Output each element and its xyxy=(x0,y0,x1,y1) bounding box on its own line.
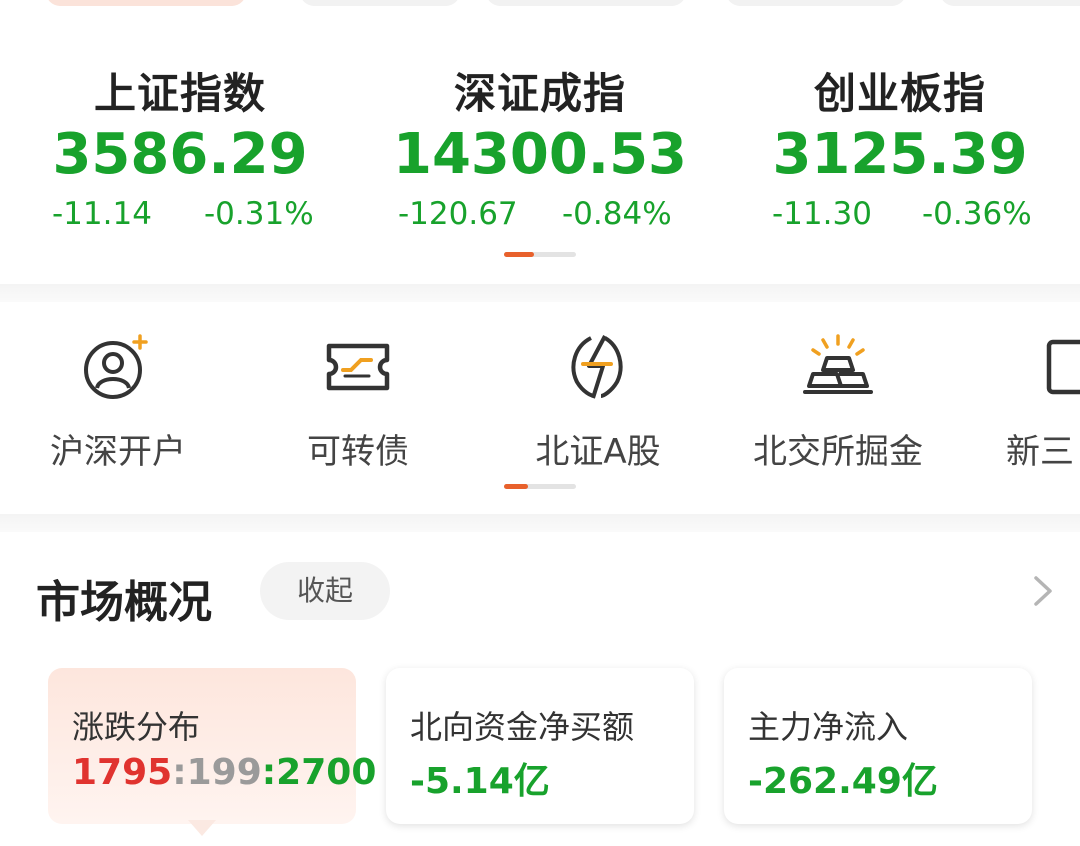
index-change: -11.14 xyxy=(52,196,152,232)
index-name: 深证成指 xyxy=(453,69,626,118)
top-tab[interactable] xyxy=(940,0,1080,6)
shortcut-bse-a-share[interactable]: 北证A股 xyxy=(498,300,698,490)
shortcut-label: 北交所掘金 xyxy=(753,432,923,472)
shortcut-label: 北证A股 xyxy=(535,432,661,472)
index-change: -11.30 xyxy=(772,196,872,232)
index-pct: -0.84% xyxy=(562,196,672,232)
index-value: 3125.39 xyxy=(772,122,1028,187)
rise-count: 1795 xyxy=(72,752,173,793)
user-add-icon xyxy=(84,334,148,399)
index-pct: -0.36% xyxy=(922,196,1032,232)
top-tab[interactable] xyxy=(726,0,906,6)
index-value: 14300.53 xyxy=(392,122,688,187)
active-card-pointer xyxy=(188,820,216,836)
shortcut-page-indicator xyxy=(504,484,576,489)
rise-fall-ratio: 1795:199:2700 xyxy=(72,752,376,793)
card-value: -5.14亿 xyxy=(410,761,550,802)
top-tab[interactable] xyxy=(300,0,460,6)
index-carousel: 上证指数 3586.29 -11.14 -0.31% 深证成指 14300.53… xyxy=(0,40,1080,270)
shortcut-label: 可转债 xyxy=(307,432,409,472)
index-card-shenzhen[interactable]: 深证成指 14300.53 -120.67 -0.84% xyxy=(360,40,720,240)
index-name: 创业板指 xyxy=(813,69,986,118)
top-tab[interactable] xyxy=(486,0,686,6)
shortcut-convertible-bond[interactable]: 可转债 xyxy=(258,300,458,490)
index-card-shanghai[interactable]: 上证指数 3586.29 -11.14 -0.31% xyxy=(0,40,360,240)
fall-count: 2700 xyxy=(276,752,377,793)
gold-bars-icon xyxy=(803,334,873,394)
card-title: 北向资金净买额 xyxy=(410,708,635,746)
lightning-globe-icon xyxy=(571,335,623,399)
shortcut-label: 沪深开户 xyxy=(50,432,186,472)
northbound-net-buy-card[interactable]: 北向资金净买额 -5.14亿 xyxy=(386,668,694,824)
ratio-separator: : xyxy=(261,752,277,793)
index-value: 3586.29 xyxy=(52,122,308,187)
top-tab-active[interactable] xyxy=(46,0,246,6)
shortcut-row: 沪深开户 可转债 北证A股 北交所掘金 新三 xyxy=(0,300,1080,510)
board-icon xyxy=(1046,339,1080,395)
flat-count: 199 xyxy=(186,752,262,793)
section-divider xyxy=(0,514,1080,532)
ticket-icon xyxy=(326,343,390,391)
index-card-chinext[interactable]: 创业板指 3125.39 -11.30 -0.36% xyxy=(720,40,1080,240)
card-title: 主力净流入 xyxy=(748,708,909,746)
index-pct: -0.31% xyxy=(204,196,314,232)
card-title: 涨跌分布 xyxy=(72,708,201,746)
rise-fall-distribution-card[interactable]: 涨跌分布 1795:199:2700 xyxy=(48,668,376,836)
index-page-indicator xyxy=(504,252,576,257)
index-change: -120.67 xyxy=(398,196,518,232)
main-net-inflow-card[interactable]: 主力净流入 -262.49亿 xyxy=(724,668,1032,824)
market-overview-title: 市场概况 xyxy=(36,577,212,628)
top-tab-strip xyxy=(0,0,1080,10)
shortcut-open-account[interactable]: 沪深开户 xyxy=(18,300,218,490)
shortcut-neeq[interactable]: 新三 xyxy=(978,300,1080,490)
collapse-button[interactable]: 收起 xyxy=(260,562,390,620)
index-name: 上证指数 xyxy=(93,69,266,118)
ratio-separator: : xyxy=(172,752,187,793)
card-value: -262.49亿 xyxy=(748,761,938,802)
shortcut-label: 新三 xyxy=(1006,432,1074,472)
shortcut-bse-gold[interactable]: 北交所掘金 xyxy=(738,300,938,490)
chevron-right-icon[interactable] xyxy=(1030,574,1058,608)
